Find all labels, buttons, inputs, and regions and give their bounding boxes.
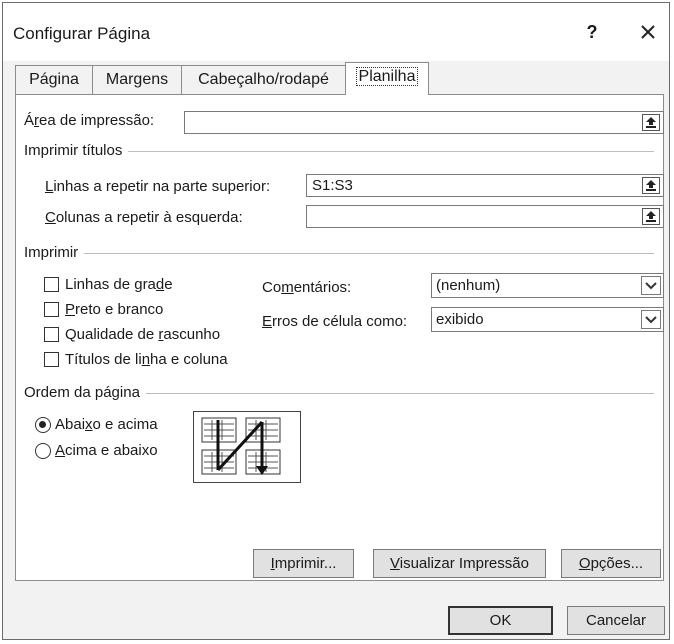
tab-cabecalho-rodape[interactable]: Cabeçalho/rodapé: [181, 65, 346, 94]
chevron-down-icon: [645, 282, 657, 290]
cell-errors-value: exibido: [436, 311, 484, 328]
page-setup-dialog: Configurar Página ? Página Margens Cabeç…: [2, 2, 670, 640]
options-button[interactable]: Opções...: [561, 549, 661, 578]
print-titles-group-title: Imprimir títulos: [24, 142, 129, 159]
cancel-button[interactable]: Cancelar: [567, 606, 665, 635]
cell-errors-dropdown-button[interactable]: [641, 310, 661, 329]
print-area-label: Área de impressão:: [24, 112, 155, 129]
black-white-label: Preto e branco: [65, 301, 164, 318]
cell-errors-select[interactable]: exibido: [431, 307, 664, 332]
collapse-dialog-icon: [646, 180, 656, 191]
gridlines-checkbox[interactable]: [44, 277, 59, 292]
close-icon: [641, 25, 655, 39]
draft-quality-checkbox[interactable]: [44, 327, 59, 342]
tab-pagina[interactable]: Página: [15, 65, 93, 94]
row-col-headings-checkbox[interactable]: [44, 352, 59, 367]
chevron-down-icon: [645, 316, 657, 324]
print-group-title: Imprimir: [24, 244, 85, 261]
page-order-group-title: Ordem da página: [24, 384, 146, 401]
rows-to-repeat-input[interactable]: S1:S3: [306, 174, 664, 197]
down-then-over-label: Abaixo e acima: [55, 416, 158, 433]
title-bar: Configurar Página ?: [3, 3, 669, 61]
comments-select[interactable]: (nenhum): [431, 273, 664, 298]
draft-quality-label: Qualidade de rascunho: [65, 326, 221, 343]
comments-value: (nenhum): [436, 277, 501, 294]
print-divider: [24, 253, 654, 254]
comments-label: Comentários:: [262, 279, 352, 296]
sheet-panel: Área de impressão: Imprimir títulos Linh…: [15, 94, 664, 581]
tab-planilha[interactable]: Planilha: [345, 62, 429, 95]
page-order-illustration-icon: [201, 417, 281, 475]
black-white-checkbox[interactable]: [44, 302, 59, 317]
collapse-dialog-icon: [646, 117, 656, 128]
over-then-down-label: Acima e abaixo: [55, 442, 158, 459]
print-preview-button[interactable]: Visualizar Impressão: [373, 549, 546, 578]
comments-dropdown-button[interactable]: [641, 276, 661, 295]
rows-to-repeat-value: S1:S3: [312, 177, 353, 194]
collapse-dialog-icon: [646, 211, 656, 222]
cols-collapse-button[interactable]: [642, 208, 660, 225]
tab-planilha-label: Planilha: [355, 67, 419, 86]
page-order-preview: [193, 411, 301, 483]
print-area-collapse-button[interactable]: [642, 114, 660, 131]
tab-margens[interactable]: Margens: [92, 65, 182, 94]
close-button[interactable]: [635, 19, 661, 45]
rows-collapse-button[interactable]: [642, 177, 660, 194]
cell-errors-label: Erros de célula como:: [262, 313, 408, 330]
help-button[interactable]: ?: [580, 19, 604, 45]
cols-to-repeat-input[interactable]: [306, 205, 664, 228]
down-then-over-radio[interactable]: [35, 417, 51, 433]
over-then-down-radio[interactable]: [35, 443, 51, 459]
row-col-headings-label: Títulos de linha e coluna: [65, 351, 228, 368]
print-button[interactable]: Imprimir...: [253, 549, 354, 578]
gridlines-label: Linhas de grade: [65, 276, 173, 293]
rows-to-repeat-label: Linhas a repetir na parte superior:: [45, 178, 271, 195]
cols-to-repeat-label: Colunas a repetir à esquerda:: [45, 209, 243, 226]
print-area-input[interactable]: [184, 111, 664, 134]
window-title: Configurar Página: [13, 24, 151, 43]
ok-button[interactable]: OK: [448, 606, 553, 635]
